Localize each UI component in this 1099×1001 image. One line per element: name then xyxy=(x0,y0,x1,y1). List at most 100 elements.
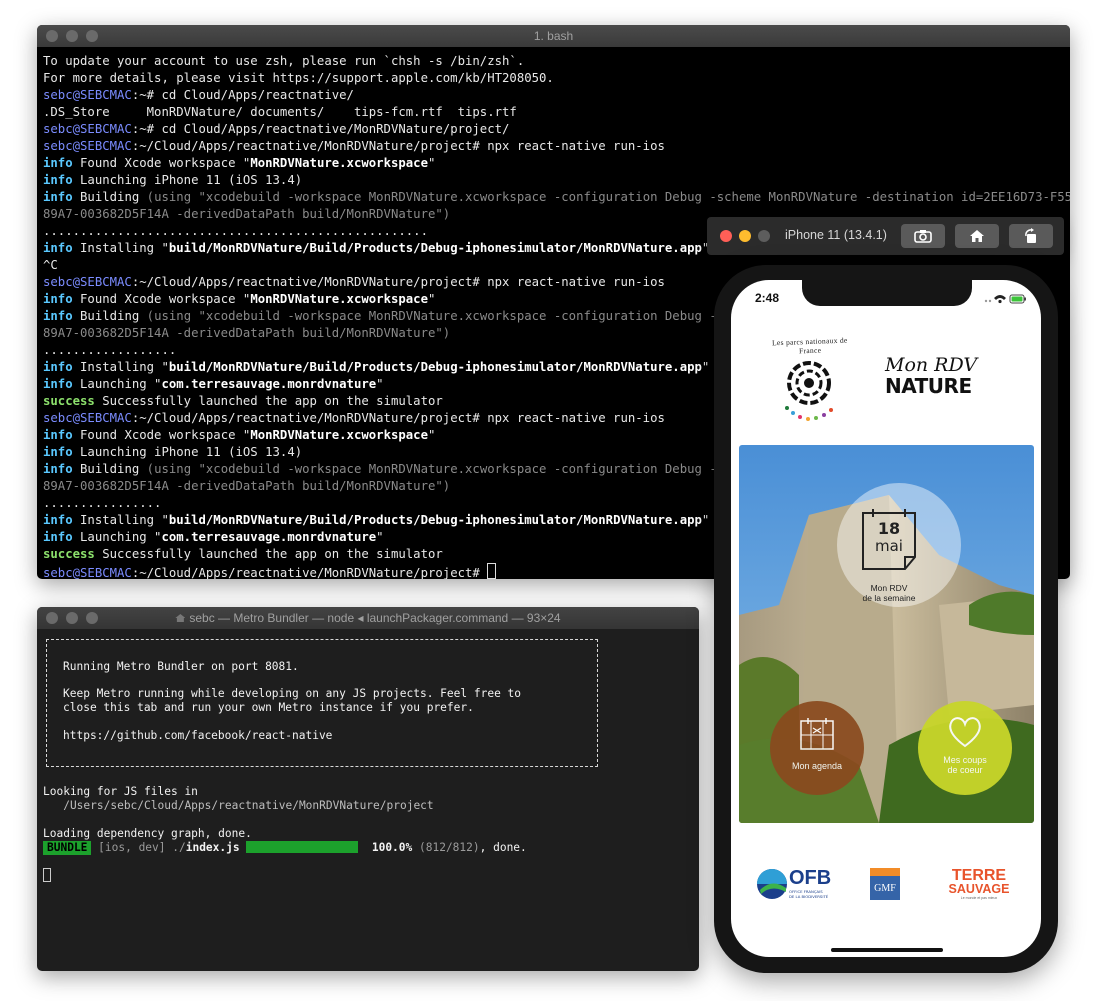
house-icon xyxy=(175,614,186,622)
terminal-text: info xyxy=(43,513,73,527)
terminal-text: com.terresauvage.monrdvnature xyxy=(161,530,377,544)
terminal-text: MonRDVNature.xcworkspace xyxy=(250,292,428,306)
terminal-text: (using "xcodebuild -workspace MonRDVNatu… xyxy=(146,462,762,476)
ofb-logo: OFB OFFICE FRANÇAIS DE LA BIODIVERSITÉ xyxy=(756,867,836,901)
terminal-text: :~# cd Cloud/Apps/reactnative/MonRDVNatu… xyxy=(131,122,510,136)
rotate-icon xyxy=(1025,228,1036,243)
favorites-button[interactable]: Mes coups de coeur xyxy=(918,701,1012,795)
camera-icon xyxy=(914,230,932,243)
terminal-text: :~/Cloud/Apps/reactnative/MonRDVNature/p… xyxy=(131,275,665,289)
prompt-user: sebc@SEBCMAC xyxy=(43,411,132,425)
terminal-text: info xyxy=(43,173,73,187)
project-path-line: /Users/sebc/Cloud/Apps/reactnative/MonRD… xyxy=(43,799,434,812)
simulator-title: iPhone 11 (13.4.1) xyxy=(785,228,887,242)
calendar-icon[interactable]: 18 mai xyxy=(859,507,919,573)
terminal-line: To update your account to use zsh, pleas… xyxy=(43,53,1070,70)
metro-url-line[interactable]: https://github.com/facebook/react-native xyxy=(63,729,332,743)
terminal-line: info Launching iPhone 11 (iOS 13.4) xyxy=(43,172,1070,189)
app-brand-logo: Mon RDV NATURE xyxy=(885,354,978,398)
terminal-text: " xyxy=(428,292,436,306)
bundle-line: BUNDLE [ios, dev] ./index.js 100.0% (812… xyxy=(43,841,527,855)
terminal-line: sebc@SEBCMAC:~# cd Cloud/Apps/reactnativ… xyxy=(43,121,1070,138)
bash-window-title: 1. bash xyxy=(533,29,574,43)
terminal-text: Building xyxy=(72,309,147,323)
bundle-progress-bar xyxy=(246,841,359,853)
zoom-button[interactable] xyxy=(758,230,770,242)
terminal-line: .DS_Store MonRDVNature/ documents/ tips-… xyxy=(43,104,1070,121)
terminal-text: (using "xcodebuild -workspace MonRDVNatu… xyxy=(146,309,762,323)
home-indicator[interactable] xyxy=(831,948,943,952)
bundle-badge: BUNDLE xyxy=(43,841,92,855)
terminal-text: info xyxy=(43,309,73,323)
agenda-label: Mon agenda xyxy=(791,761,843,771)
terminal-text: Installing " xyxy=(72,360,169,374)
terminal-text: build/MonRDVNature/Build/Products/Debug-… xyxy=(168,241,702,255)
status-icons xyxy=(984,294,1026,304)
simulator-toolbar[interactable]: iPhone 11 (13.4.1) xyxy=(707,217,1064,255)
terminal-text: info xyxy=(43,462,73,476)
terminal-text: .................. xyxy=(43,343,177,357)
terminal-text: com.terresauvage.monrdvnature xyxy=(161,377,377,391)
terre-sauvage-logo: TERRE SAUVAGE Le monde et pas mieux xyxy=(948,867,1010,901)
terminal-text: " xyxy=(428,428,436,442)
home-icon xyxy=(970,230,984,242)
status-time: 2:48 xyxy=(755,291,780,305)
app-screen[interactable]: 2:48 Les parcs nationaux de France Mon R… xyxy=(731,280,1041,957)
terminal-text: info xyxy=(43,190,73,204)
rotate-button[interactable] xyxy=(1009,224,1053,248)
terminal-text: build/MonRDVNature/Build/Products/Debug-… xyxy=(168,360,702,374)
terminal-text: (using "xcodebuild -workspace MonRDVNatu… xyxy=(146,190,1070,204)
rdv-label: Mon RDV de la semaine xyxy=(862,583,916,603)
terminal-text: " xyxy=(428,156,436,170)
terminal-text: Found Xcode workspace " xyxy=(72,428,251,442)
terminal-text: success xyxy=(43,547,95,561)
metro-info-line-1: Keep Metro running while developing on a… xyxy=(63,687,522,700)
terminal-text: :~/Cloud/Apps/reactnative/MonRDVNature/p… xyxy=(131,139,665,153)
terminal-text: Launching " xyxy=(72,530,162,544)
bash-titlebar[interactable]: 1. bash xyxy=(37,25,1070,47)
metro-titlebar[interactable]: sebc — Metro Bundler — node ◂ launchPack… xyxy=(37,607,699,629)
metro-terminal-window[interactable]: sebc — Metro Bundler — node ◂ launchPack… xyxy=(37,607,699,971)
iphone-frame: 2:48 Les parcs nationaux de France Mon R… xyxy=(714,265,1058,973)
metro-port-line: Running Metro Bundler on port 8081. xyxy=(63,660,299,673)
terminal-text: info xyxy=(43,156,73,170)
close-button[interactable] xyxy=(720,230,732,242)
home-button[interactable] xyxy=(955,224,999,248)
agenda-button[interactable]: Mon agenda xyxy=(770,701,864,795)
heart-icon xyxy=(949,717,981,748)
calendar-day: 18 xyxy=(877,519,901,538)
terminal-text: info xyxy=(43,530,73,544)
terminal-text: :~/Cloud/Apps/reactnative/MonRDVNature/p… xyxy=(131,411,665,425)
terminal-text: To update your account to use zsh, pleas… xyxy=(43,54,525,68)
terminal-text: " xyxy=(376,377,384,391)
terminal-line: info Found Xcode workspace "MonRDVNature… xyxy=(43,155,1070,172)
terminal-text: " xyxy=(701,513,710,527)
terminal-text: Found Xcode workspace " xyxy=(72,292,251,306)
notch xyxy=(802,280,972,306)
prompt-user: sebc@SEBCMAC xyxy=(43,88,132,102)
terminal-text: 89A7-003682D5F14A -derivedDataPath build… xyxy=(43,326,451,340)
favorites-label: Mes coups de coeur xyxy=(943,755,987,775)
agenda-icon xyxy=(800,718,834,750)
parcs-nationaux-logo: Les parcs nationaux de France xyxy=(763,335,855,427)
terminal-cursor xyxy=(487,563,497,579)
minimize-button[interactable] xyxy=(739,230,751,242)
terminal-text: Found Xcode workspace " xyxy=(72,156,251,170)
terminal-text: Building xyxy=(72,190,147,204)
terminal-text: Installing " xyxy=(72,241,169,255)
terminal-text: Installing " xyxy=(72,513,169,527)
prompt-user: sebc@SEBCMAC xyxy=(43,275,132,289)
metro-info-line-2: close this tab and run your own Metro in… xyxy=(63,701,474,714)
looking-line: Looking for JS files in xyxy=(43,785,198,798)
prompt-user: sebc@SEBCMAC xyxy=(43,139,132,153)
terminal-text: info xyxy=(43,360,73,374)
terminal-text: " xyxy=(701,360,710,374)
gmf-logo: GMF xyxy=(870,868,900,900)
terminal-text: Launching iPhone 11 (iOS 13.4) xyxy=(72,445,303,459)
terminal-text: For more details, please visit https://s… xyxy=(43,71,554,85)
terminal-text: MonRDVNature.xcworkspace xyxy=(250,156,428,170)
terminal-text: info xyxy=(43,445,73,459)
terminal-text: Successfully launched the app on the sim… xyxy=(94,547,443,561)
terminal-text: build/MonRDVNature/Build/Products/Debug-… xyxy=(168,513,702,527)
screenshot-button[interactable] xyxy=(901,224,945,248)
